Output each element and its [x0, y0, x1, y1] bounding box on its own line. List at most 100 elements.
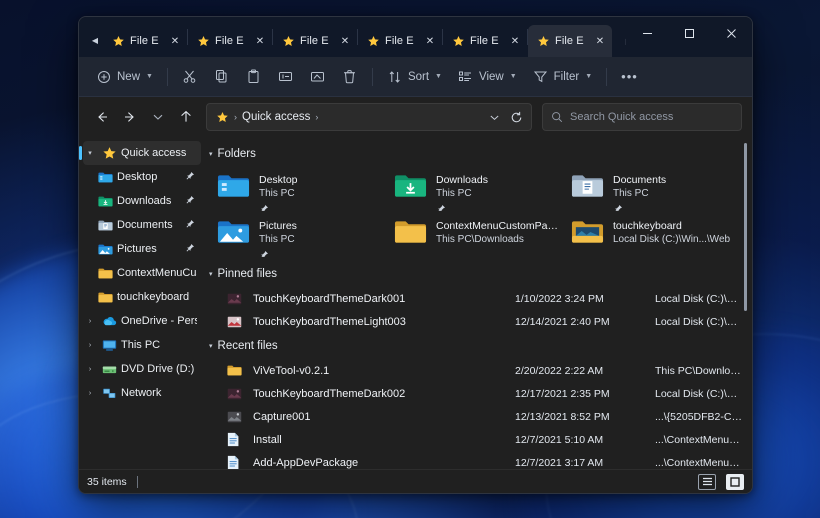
pinned-file-row[interactable]: TouchKeyboardThemeLight00312/14/2021 2:4… [209, 310, 752, 333]
back-button[interactable] [89, 104, 115, 130]
delete-button[interactable] [335, 63, 365, 91]
folder-card[interactable]: DownloadsThis PC [390, 169, 565, 211]
recent-file-row[interactable]: Add-AppDevPackage12/7/2021 3:17 AM...\Co… [209, 451, 752, 469]
tab-close-button[interactable]: ✕ [507, 33, 523, 49]
maximize-button[interactable] [668, 17, 710, 49]
file-name: Add-AppDevPackage [245, 457, 515, 469]
tab-label: File E [130, 35, 162, 47]
forward-button[interactable] [117, 104, 143, 130]
filter-button[interactable]: Filter ▼ [526, 63, 600, 91]
sidebar-item-quick-access[interactable]: ▾Quick access [83, 141, 201, 165]
address-bar[interactable]: › Quick access › [206, 103, 532, 131]
sidebar-item-dvd-drive-d-ccco[interactable]: ›DVD Drive (D:) CCCO [83, 357, 201, 381]
recent-file-row[interactable]: ViVeTool-v0.2.12/20/2022 2:22 AMThis PC\… [209, 359, 752, 382]
view-icon [458, 69, 474, 85]
folder-card[interactable]: DocumentsThis PC [567, 169, 742, 211]
tab-0[interactable]: File E ✕ [103, 25, 187, 57]
file-path: ...\ContextMenuCustomPackage_... [655, 457, 752, 469]
file-path: Local Disk (C:)\W...\touchkeyboard [655, 388, 752, 400]
vertical-scrollbar[interactable] [740, 141, 750, 465]
address-dropdown-button[interactable] [483, 106, 505, 128]
tab-5[interactable]: File E ✕ [528, 25, 612, 57]
folder-card[interactable]: PicturesThis PC [213, 215, 388, 257]
breadcrumb-separator-end[interactable]: › [313, 112, 320, 122]
breadcrumb-separator[interactable]: › [232, 112, 239, 122]
tab-scroll-right-button[interactable]: ▶ [616, 28, 626, 54]
group-title-recent-files: Recent files [218, 340, 278, 352]
tab-close-button[interactable]: ✕ [167, 33, 183, 49]
share-button[interactable] [303, 63, 333, 91]
scrollbar-thumb[interactable] [744, 143, 747, 311]
sidebar-item-pictures[interactable]: Pictures [83, 237, 201, 261]
sidebar-item-onedrive-personal[interactable]: › OneDrive - Personal [83, 309, 201, 333]
file-path: This PC\Downloads [655, 365, 752, 377]
expander-icon[interactable]: ▾ [83, 149, 97, 157]
sidebar-item-label: Downloads [117, 195, 181, 207]
group-header-pinned-files[interactable]: ▾ Pinned files [209, 263, 752, 285]
copy-button[interactable] [207, 63, 237, 91]
content-pane: ▾ Folders DesktopThis PCDownloadsThis PC… [201, 137, 752, 469]
expander-icon[interactable]: › [83, 318, 97, 325]
search-box[interactable]: Search Quick access [542, 103, 742, 131]
refresh-button[interactable] [505, 106, 527, 128]
expander-icon[interactable]: › [83, 366, 97, 373]
sidebar-item-touchkeyboard[interactable]: touchkeyboard [83, 285, 201, 309]
large-icons-view-button[interactable] [726, 474, 744, 490]
expander-icon[interactable]: › [83, 390, 97, 397]
sidebar-item-documents[interactable]: Documents [83, 213, 201, 237]
file-name: TouchKeyboardThemeDark002 [245, 388, 515, 400]
tab-1[interactable]: File E ✕ [188, 25, 272, 57]
pinned-file-row[interactable]: TouchKeyboardThemeDark0011/10/2022 3:24 … [209, 287, 752, 310]
star-icon [367, 35, 380, 48]
recent-locations-button[interactable] [145, 104, 171, 130]
file-name: Capture001 [245, 411, 515, 423]
tab-2[interactable]: File E✕ [273, 25, 357, 57]
sidebar-item-label: Pictures [117, 243, 181, 255]
tab-scroll-left-button[interactable]: ◀ [87, 23, 103, 57]
image-dark-icon [227, 293, 245, 305]
sidebar-item-downloads[interactable]: Downloads [83, 189, 201, 213]
breadcrumb-label[interactable]: Quick access [239, 106, 313, 128]
paste-button[interactable] [239, 63, 269, 91]
tab-3[interactable]: File E✕ [358, 25, 442, 57]
tab-close-button[interactable]: ✕ [252, 33, 268, 49]
group-header-recent-files[interactable]: ▾ Recent files [209, 335, 752, 357]
folder-card[interactable]: ContextMenuCustomPac...This PC\Downloads [390, 215, 565, 257]
tab-label: File E [555, 35, 587, 47]
sidebar-item-label: OneDrive - Personal [121, 315, 197, 327]
sort-button[interactable]: Sort ▼ [380, 63, 449, 91]
recent-file-row[interactable]: TouchKeyboardThemeDark00212/17/2021 2:35… [209, 382, 752, 405]
tab-label: File E [215, 35, 247, 47]
tab-4[interactable]: File E✕ [443, 25, 527, 57]
star-icon [282, 35, 295, 48]
file-date: 2/20/2022 2:22 AM [515, 365, 655, 377]
view-button[interactable]: View ▼ [451, 63, 524, 91]
folder-card[interactable]: touchkeyboardLocal Disk (C:)\Win...\Web [567, 215, 742, 257]
cut-button[interactable] [175, 63, 205, 91]
details-view-button[interactable] [698, 474, 716, 490]
new-button[interactable]: New ▼ [89, 63, 160, 91]
sidebar-item-desktop[interactable]: Desktop [83, 165, 201, 189]
status-divider [137, 476, 138, 488]
more-options-button[interactable]: ••• [614, 63, 645, 91]
arrow-right-icon [123, 110, 137, 124]
tab-close-button[interactable]: ✕ [337, 33, 353, 49]
close-button[interactable] [710, 17, 752, 49]
rename-button[interactable] [271, 63, 301, 91]
tab-close-button[interactable]: ✕ [422, 33, 438, 49]
sidebar-item-contextmenucust[interactable]: ContextMenuCust [83, 261, 201, 285]
breadcrumb-quick-access[interactable] [213, 106, 232, 128]
sidebar-item-this-pc[interactable]: ›This PC [83, 333, 201, 357]
minimize-button[interactable] [626, 17, 668, 49]
folder-icon [227, 364, 245, 377]
tab-close-button[interactable]: ✕ [592, 33, 608, 49]
folder-card[interactable]: DesktopThis PC [213, 169, 388, 211]
recent-file-row[interactable]: Install12/7/2021 5:10 AM...\ContextMenuC… [209, 428, 752, 451]
search-input[interactable]: Search Quick access [570, 111, 673, 123]
expander-icon[interactable]: › [83, 342, 97, 349]
recent-file-row[interactable]: Capture00112/13/2021 8:52 PM...\{5205DFB… [209, 405, 752, 428]
group-header-folders[interactable]: ▾ Folders [209, 143, 752, 165]
up-button[interactable] [173, 104, 199, 130]
details-view-icon [702, 477, 713, 486]
sidebar-item-network[interactable]: ›Network [83, 381, 201, 405]
